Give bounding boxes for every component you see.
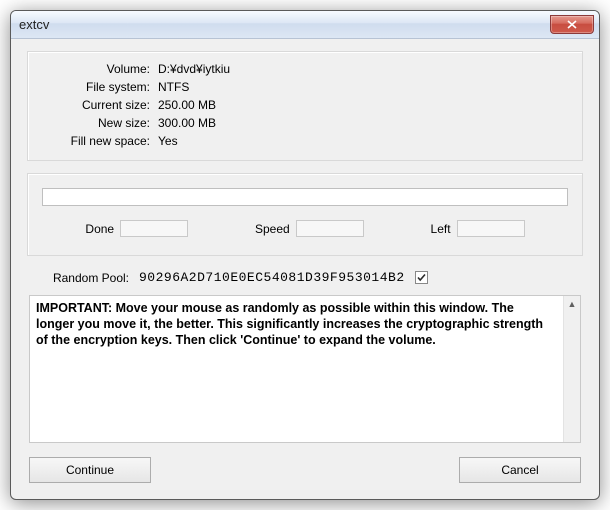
- fill-space-value: Yes: [158, 134, 568, 148]
- instructions-box: IMPORTANT: Move your mouse as randomly a…: [29, 295, 581, 443]
- window-title: extcv: [19, 17, 550, 32]
- random-pool-value: 90296A2D710E0EC54081D39F953014B2: [139, 270, 405, 285]
- done-label: Done: [85, 222, 114, 236]
- scrollbar[interactable]: ▲: [563, 296, 580, 442]
- close-icon: [567, 20, 577, 29]
- progress-group: Done Speed Left: [27, 173, 583, 256]
- volume-label: Volume:: [42, 62, 150, 76]
- left-value: [457, 220, 525, 237]
- checkmark-icon: [416, 272, 427, 283]
- volume-value: D:¥dvd¥iytkiu: [158, 62, 568, 76]
- filesystem-value: NTFS: [158, 80, 568, 94]
- left-label: Left: [431, 222, 451, 236]
- random-pool-label: Random Pool:: [31, 271, 139, 285]
- speed-value: [296, 220, 364, 237]
- volume-info-group: Volume: D:¥dvd¥iytkiu File system: NTFS …: [27, 51, 583, 161]
- progress-bar: [42, 188, 568, 206]
- new-size-label: New size:: [42, 116, 150, 130]
- new-size-value: 300.00 MB: [158, 116, 568, 130]
- random-pool-checkbox[interactable]: [415, 271, 428, 284]
- fill-space-label: Fill new space:: [42, 134, 150, 148]
- current-size-value: 250.00 MB: [158, 98, 568, 112]
- close-button[interactable]: [550, 15, 594, 34]
- window: extcv Volume: D:¥dvd¥iytkiu File system:…: [10, 10, 600, 500]
- content-area: Volume: D:¥dvd¥iytkiu File system: NTFS …: [11, 39, 599, 499]
- instructions-text: IMPORTANT: Move your mouse as randomly a…: [36, 300, 574, 348]
- cancel-button[interactable]: Cancel: [459, 457, 581, 483]
- continue-button[interactable]: Continue: [29, 457, 151, 483]
- speed-label: Speed: [255, 222, 290, 236]
- current-size-label: Current size:: [42, 98, 150, 112]
- scroll-up-icon[interactable]: ▲: [564, 296, 580, 313]
- button-row: Continue Cancel: [27, 457, 583, 483]
- done-value: [120, 220, 188, 237]
- filesystem-label: File system:: [42, 80, 150, 94]
- titlebar: extcv: [11, 11, 599, 39]
- random-pool-row: Random Pool: 90296A2D710E0EC54081D39F953…: [31, 270, 579, 285]
